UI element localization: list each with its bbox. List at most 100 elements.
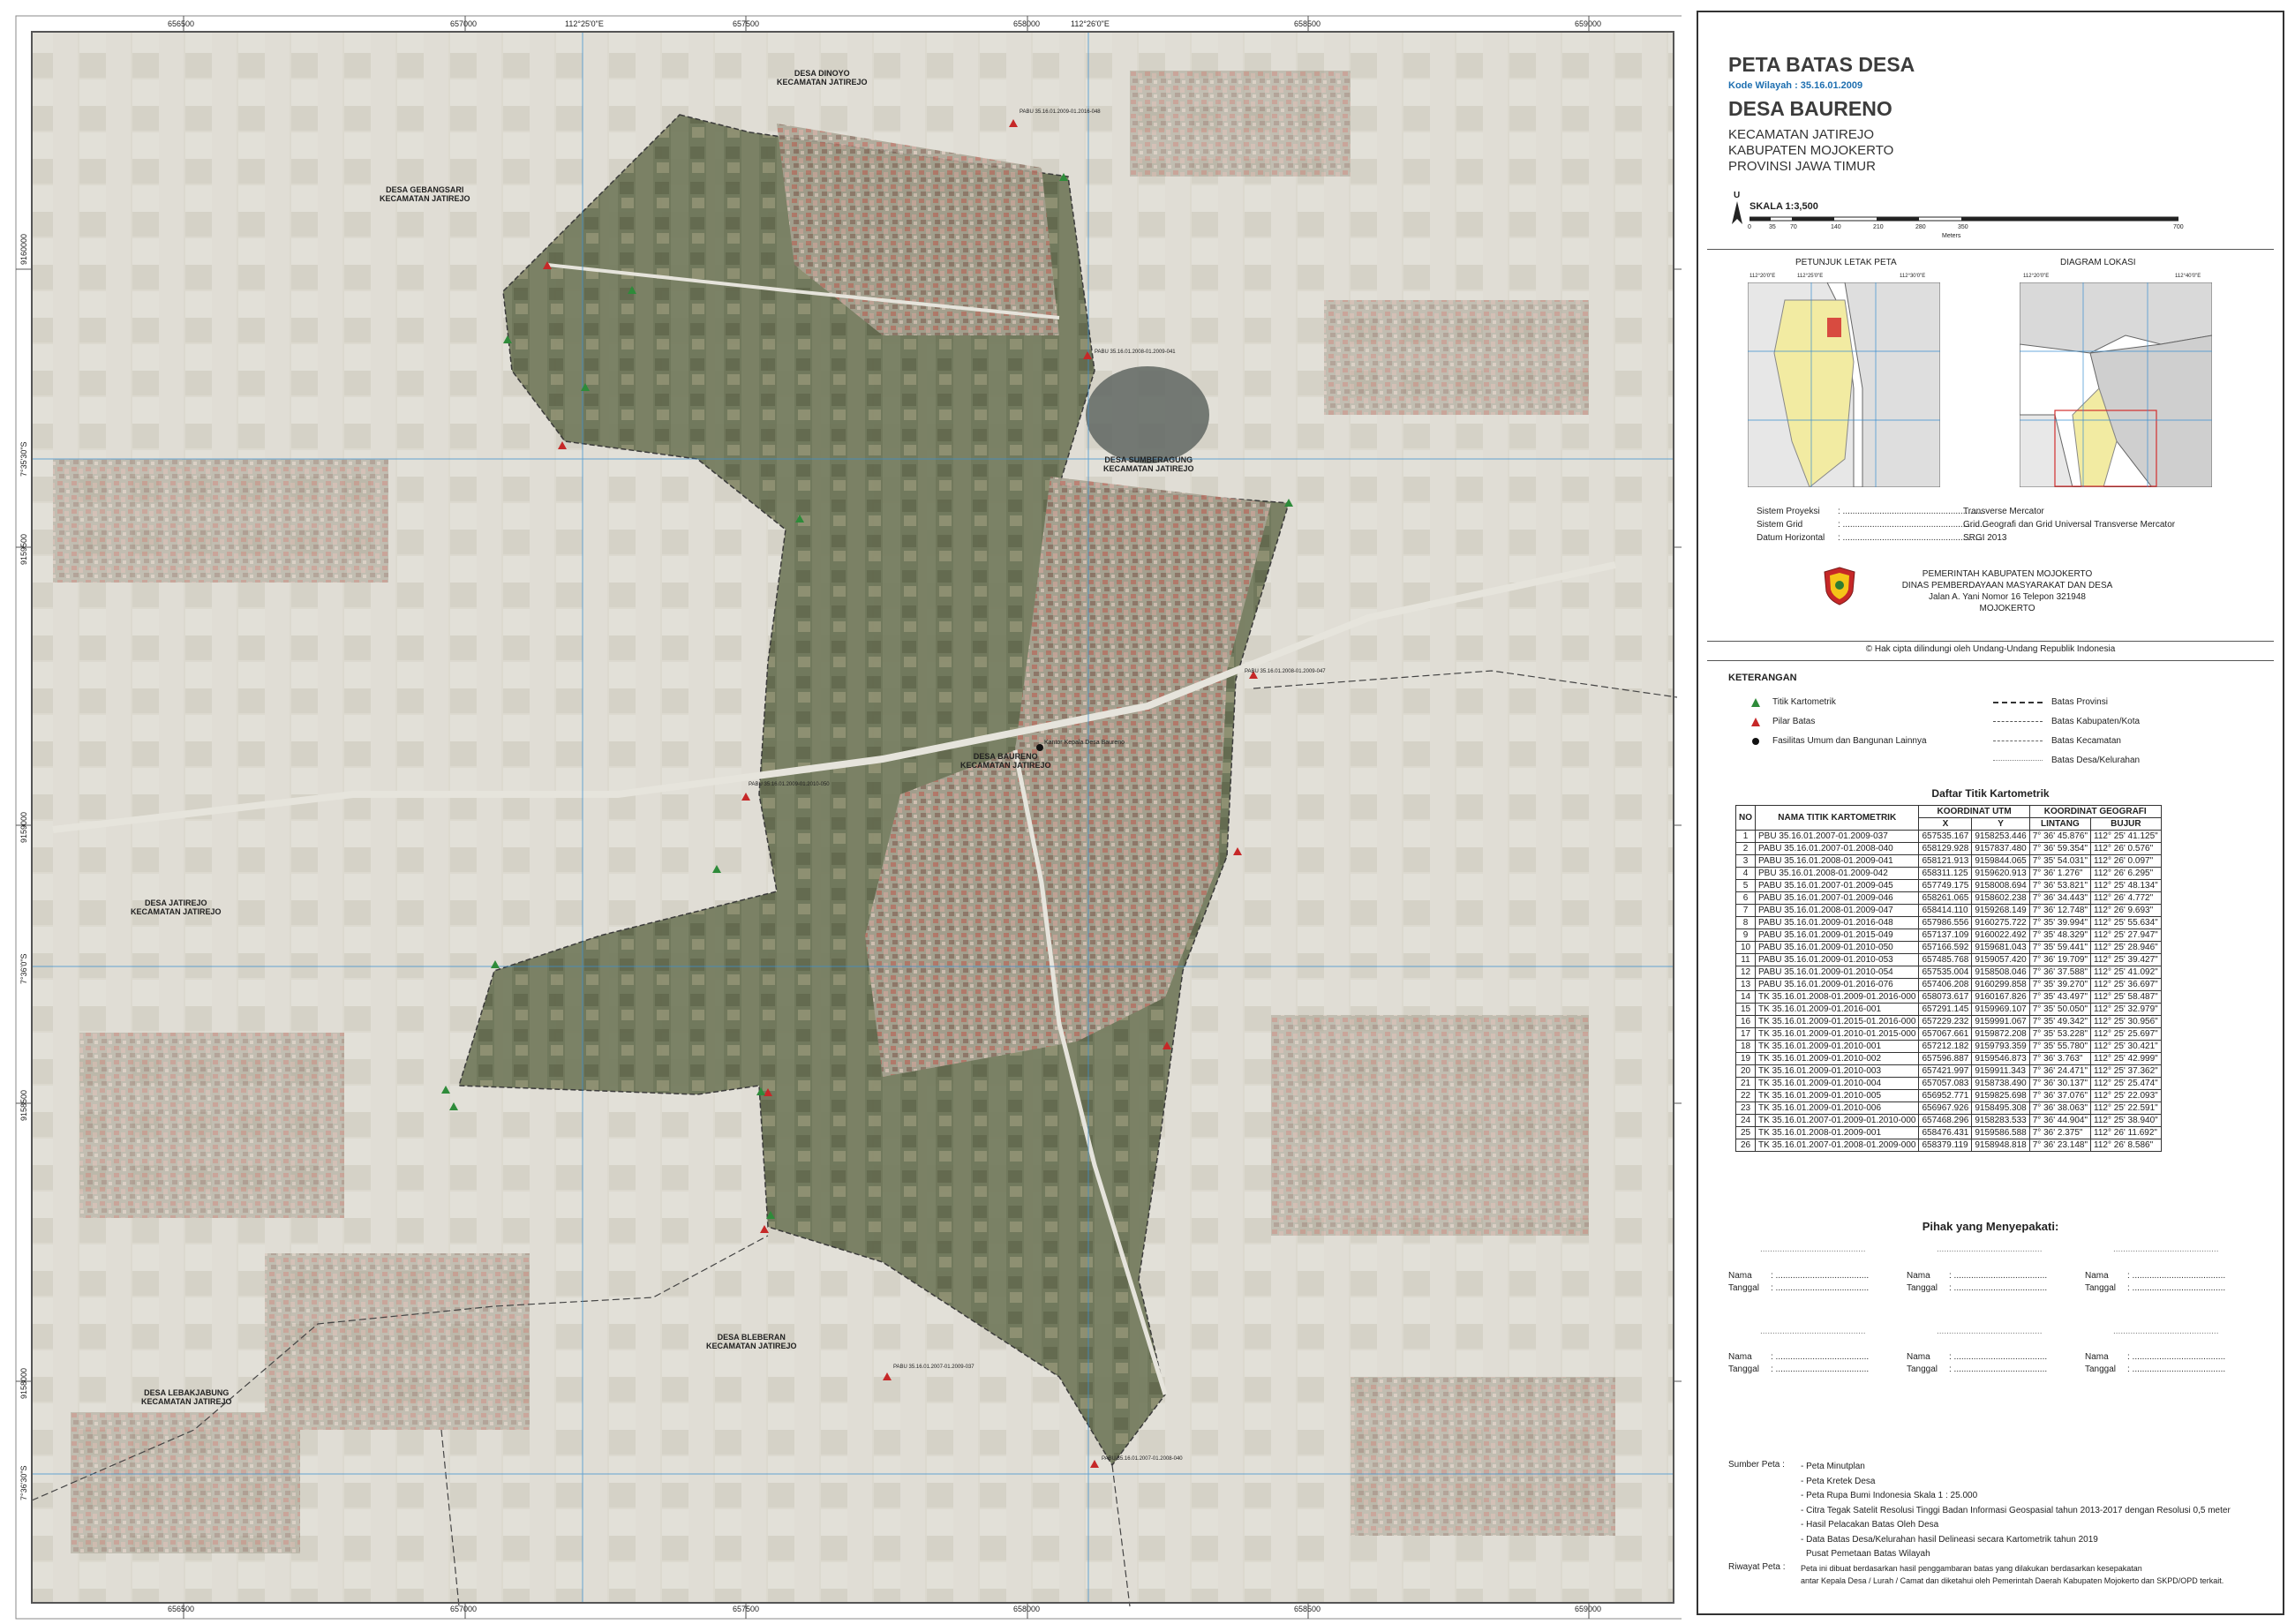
table-cell: TK 35.16.01.2007-01.2009-01.2010-000 — [1754, 1114, 1920, 1127]
signature-tanggal-field[interactable]: : ...................................... — [2127, 1283, 2225, 1293]
table-cell: 112° 26' 6.295" — [2090, 867, 2162, 880]
sistem-proyeksi-label: Sistem Proyeksi — [1757, 507, 1820, 516]
table-row: 9 PABU 35.16.01.2009-01.2015-049 657137.10… — [1735, 929, 2162, 942]
table-cell: 657535.004 — [1918, 966, 1973, 979]
table-cell: 7° 35' 59.441" — [2028, 941, 2092, 954]
table-cell: 4 — [1735, 867, 1756, 880]
table-cell: TK 35.16.01.2009-01.2015-01.2016-000 — [1754, 1015, 1920, 1028]
signature-tanggal-field[interactable]: : ...................................... — [1771, 1365, 1869, 1374]
table-cell: 657421.997 — [1918, 1064, 1973, 1078]
table-cell: TK 35.16.01.2009-01.2010-001 — [1754, 1040, 1920, 1053]
table-row: 19 TK 35.16.01.2009-01.2010-002 657596.887… — [1735, 1052, 2162, 1065]
table-cell: 657749.175 — [1918, 879, 1973, 892]
table-row: 16 TK 35.16.01.2009-01.2015-01.2016-000 65… — [1735, 1015, 2162, 1028]
table-cell: 9160167.826 — [1971, 990, 2030, 1004]
signature-nama-field[interactable]: : ...................................... — [1771, 1271, 1869, 1281]
signature-nama-label: Nama: ..................................… — [1907, 1352, 2048, 1362]
signature-tanggal-label: Tanggal: ...............................… — [2085, 1283, 2226, 1293]
table-cell: PABU 35.16.01.2007-01.2009-045 — [1754, 879, 1920, 892]
table-cell: 657166.592 — [1918, 941, 1973, 954]
grid-label-top: 112°25'0"E — [565, 19, 604, 28]
map-frame[interactable]: 656500 112°25'0"E 657000 657500 658000 1… — [0, 0, 1682, 1624]
signature-nama-field[interactable]: : ...................................... — [1949, 1271, 2047, 1281]
table-cell: PABU 35.16.01.2007-01.2009-046 — [1754, 891, 1920, 905]
signature-tanggal-field[interactable]: : ...................................... — [2127, 1365, 2225, 1374]
scale-label: SKALA 1:3,500 — [1749, 201, 1818, 212]
legend-batas-kabupaten: Batas Kabupaten/Kota — [1993, 717, 2140, 726]
table-cell: 112° 25' 30.421" — [2090, 1040, 2162, 1053]
table-cell: 658476.431 — [1918, 1126, 1973, 1139]
col-bujur: BUJUR — [2090, 817, 2162, 831]
legend-titik-kartometrik: Titik Kartometrik — [1751, 697, 1836, 707]
signature-tanggal-field[interactable]: : ...................................... — [1949, 1283, 2047, 1293]
signature-nama-field[interactable]: : ...................................... — [1949, 1352, 2047, 1362]
table-cell: TK 35.16.01.2008-01.2009-01.2016-000 — [1754, 990, 1920, 1004]
grid-label-top: 659000 — [1575, 19, 1602, 28]
table-cell: 657291.145 — [1918, 1003, 1973, 1016]
table-cell: 658121.913 — [1918, 854, 1973, 868]
signature-tanggal-label: Tanggal: ...............................… — [1907, 1283, 2048, 1293]
table-cell: PABU 35.16.01.2008-01.2009-047 — [1754, 904, 1920, 917]
table-cell: 3 — [1735, 854, 1756, 868]
table-row: 17 TK 35.16.01.2009-01.2010-01.2015-000 65… — [1735, 1027, 2162, 1041]
kode-wilayah: Kode Wilayah : 35.16.01.2009 — [1728, 80, 1863, 91]
table-cell: 658379.119 — [1918, 1139, 1973, 1152]
office-label: Kantor Kepala Desa Baureno — [1044, 740, 1125, 746]
table-row: 22 TK 35.16.01.2009-01.2010-005 656952.771… — [1735, 1089, 2162, 1102]
grid-label-bottom: 657500 — [733, 1605, 760, 1613]
table-cell: 7° 36' 34.443" — [2028, 891, 2092, 905]
point-label: PABU 35.16.01.2008-01.2009-041 — [1095, 350, 1176, 355]
table-cell: 7° 35' 43.497" — [2028, 990, 2092, 1004]
signature-tanggal-label: Tanggal: ...............................… — [1907, 1365, 2048, 1374]
table-cell: PABU 35.16.01.2009-01.2010-054 — [1754, 966, 1920, 979]
point-label: PABU 35.16.01.2007-01.2008-040 — [1102, 1456, 1183, 1462]
table-cell: 658261.065 — [1918, 891, 1973, 905]
table-cell: 7° 36' 19.709" — [2028, 953, 2092, 966]
satellite-map[interactable] — [0, 0, 1682, 1624]
signature-tanggal-label: Tanggal: ...............................… — [1728, 1365, 1870, 1374]
village-label-lebakjabung: DESA LEBAKJABUNG KECAMATAN JATIREJO — [141, 1388, 232, 1406]
table-cell: 657137.109 — [1918, 929, 1973, 942]
table-cell: PABU 35.16.01.2009-01.2016-076 — [1754, 978, 1920, 991]
table-cell: 7° 36' 3.763" — [2028, 1052, 2092, 1065]
table-cell: 7° 35' 55.780" — [2028, 1040, 2092, 1053]
table-cell: 657229.232 — [1918, 1015, 1973, 1028]
table-cell: 112° 25' 28.946" — [2090, 941, 2162, 954]
table-cell: 112° 25' 36.697" — [2090, 978, 2162, 991]
table-cell: 5 — [1735, 879, 1756, 892]
grid-label-bottom: 656500 — [168, 1605, 195, 1613]
table-cell: 112° 26' 0.097" — [2090, 854, 2162, 868]
inset-locator-title: PETUNJUK LETAK PETA — [1795, 258, 1897, 267]
table-cell: PABU 35.16.01.2007-01.2008-040 — [1754, 842, 1920, 855]
kecamatan-name: KECAMATAN JATIREJO — [1728, 127, 1875, 142]
inset-lon-label: 112°20'0"E — [1749, 274, 1776, 279]
sumber-list: - Peta Minutplan - Peta Kretek Desa - Pe… — [1801, 1462, 2231, 1559]
table-cell: 9159268.149 — [1971, 904, 2030, 917]
legend-pilar-batas: Pilar Batas — [1751, 717, 1815, 726]
table-cell: 658073.617 — [1918, 990, 1973, 1004]
grid-label-bottom: 659000 — [1575, 1605, 1602, 1613]
signature-nama-label: Nama: ..................................… — [1907, 1271, 2048, 1281]
signature-tanggal-field[interactable]: : ...................................... — [1949, 1365, 2047, 1374]
table-cell: 9 — [1735, 929, 1756, 942]
village-label-baureno: DESA BAURENO KECAMATAN JATIREJO — [960, 752, 1051, 770]
signature-tanggal-field[interactable]: : ...................................... — [1771, 1283, 1869, 1293]
table-row: 21 TK 35.16.01.2009-01.2010-004 657057.083… — [1735, 1077, 2162, 1090]
signature-nama-field[interactable]: : ...................................... — [2127, 1271, 2225, 1281]
signature-nama-field[interactable]: : ...................................... — [2127, 1352, 2225, 1362]
village-label-jatirejo: DESA JATIREJO KECAMATAN JATIREJO — [131, 898, 222, 916]
table-cell: 7° 36' 24.471" — [2028, 1064, 2092, 1078]
table-cell: 9159586.588 — [1971, 1126, 2030, 1139]
table-cell: 9158253.446 — [1971, 830, 2030, 843]
table-cell: 112° 25' 55.634" — [2090, 916, 2162, 929]
table-row: 13 PABU 35.16.01.2009-01.2016-076 657406.2… — [1735, 978, 2162, 991]
table-cell: 9159793.359 — [1971, 1040, 2030, 1053]
scale-unit: Meters — [1942, 233, 1961, 239]
sistem-proyeksi-value: Transverse Mercator — [1963, 507, 2044, 516]
village-label-bleberan: DESA BLEBERAN KECAMATAN JATIREJO — [706, 1333, 797, 1350]
signature-nama-field[interactable]: : ...................................... — [1771, 1352, 1869, 1362]
table-cell: 2 — [1735, 842, 1756, 855]
table-row: 8 PABU 35.16.01.2009-01.2016-048 657986.55… — [1735, 916, 2162, 929]
legend-fasilitas-umum: Fasilitas Umum dan Bangunan Lainnya — [1751, 736, 1927, 746]
table-cell: 7° 35' 49.342" — [2028, 1015, 2092, 1028]
